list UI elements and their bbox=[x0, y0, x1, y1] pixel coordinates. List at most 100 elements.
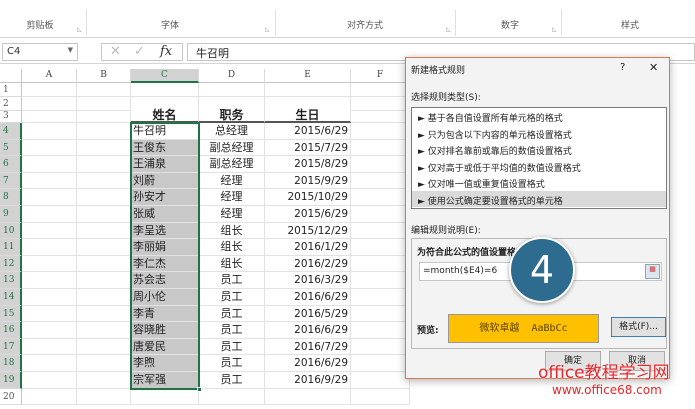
cell[interactable] bbox=[22, 83, 77, 97]
cell-name[interactable]: 李丽娟 bbox=[131, 239, 199, 256]
rule-type-item[interactable]: ► 仅对高于或低于平均值的数值设置格式 bbox=[412, 158, 666, 175]
cell-name[interactable]: 周小伦 bbox=[131, 289, 199, 306]
cell[interactable] bbox=[22, 305, 77, 323]
row-header-20[interactable]: 20 bbox=[0, 388, 22, 406]
cell[interactable] bbox=[22, 206, 77, 223]
cell[interactable] bbox=[351, 305, 410, 323]
cell[interactable] bbox=[22, 388, 77, 406]
cell[interactable] bbox=[22, 272, 77, 289]
cell-name[interactable]: 孙安才 bbox=[131, 189, 199, 206]
cell[interactable] bbox=[351, 139, 410, 157]
cell-birthday[interactable]: 2015/7/29 bbox=[265, 139, 351, 157]
cell-name[interactable]: 王浦泉 bbox=[131, 156, 199, 173]
cell-name[interactable]: 王俊东 bbox=[131, 139, 199, 157]
select-all-corner[interactable] bbox=[0, 69, 22, 83]
rule-type-item[interactable]: ► 仅对排名靠前或靠后的数值设置格式 bbox=[412, 141, 666, 158]
row-header-2[interactable]: 2 bbox=[0, 97, 22, 111]
cell-birthday[interactable]: 2016/6/29 bbox=[265, 289, 351, 306]
cell[interactable] bbox=[265, 83, 351, 97]
cell-name[interactable]: 唐爱民 bbox=[131, 338, 199, 356]
cell[interactable] bbox=[22, 156, 77, 173]
cell-title[interactable]: 员工 bbox=[199, 355, 265, 372]
check-icon[interactable]: ✓ bbox=[134, 44, 145, 59]
cell[interactable] bbox=[22, 222, 77, 240]
cell[interactable] bbox=[77, 338, 131, 356]
dialog-launcher-icon[interactable]: ◺ bbox=[552, 26, 557, 33]
cell-name[interactable]: 宗军强 bbox=[131, 372, 199, 389]
cell[interactable] bbox=[351, 322, 410, 339]
help-button[interactable]: ? bbox=[620, 62, 625, 73]
cell[interactable] bbox=[22, 255, 77, 273]
row-header-7[interactable]: 7 bbox=[0, 172, 22, 190]
row-header-11[interactable]: 11 bbox=[0, 239, 22, 256]
row-header-3[interactable]: 3 bbox=[0, 110, 22, 123]
cell-name[interactable]: 牛召明 bbox=[131, 123, 199, 140]
rule-type-item[interactable]: ► 只为包含以下内容的单元格设置格式 bbox=[412, 125, 666, 142]
cell[interactable] bbox=[77, 156, 131, 173]
cell[interactable] bbox=[77, 172, 131, 190]
cell[interactable] bbox=[351, 206, 410, 223]
cell[interactable] bbox=[22, 172, 77, 190]
fill-handle[interactable] bbox=[197, 387, 202, 392]
cell[interactable] bbox=[77, 110, 131, 123]
format-button[interactable]: 格式(F)... bbox=[611, 317, 666, 337]
cell[interactable] bbox=[22, 372, 77, 389]
column-header-A[interactable]: A bbox=[22, 69, 77, 83]
ribbon-group-styles[interactable]: 样式 bbox=[600, 18, 660, 31]
cell[interactable] bbox=[77, 305, 131, 323]
row-header-15[interactable]: 15 bbox=[0, 305, 22, 323]
cell[interactable] bbox=[22, 123, 77, 140]
name-box[interactable]: C4 ▼ bbox=[2, 43, 78, 61]
cell-title[interactable]: 员工 bbox=[199, 289, 265, 306]
cell[interactable] bbox=[77, 272, 131, 289]
dialog-launcher-icon[interactable]: ◺ bbox=[77, 26, 82, 33]
cell[interactable] bbox=[77, 322, 131, 339]
chevron-down-icon[interactable]: ▼ bbox=[68, 46, 73, 54]
cell[interactable] bbox=[22, 239, 77, 256]
cell[interactable] bbox=[22, 97, 77, 111]
rule-type-item[interactable]: ► 使用公式确定要设置格式的单元格 bbox=[412, 190, 666, 207]
cell-title[interactable]: 经理 bbox=[199, 172, 265, 190]
cell-name[interactable]: 李青 bbox=[131, 305, 199, 323]
cell-birthday[interactable]: 2016/6/29 bbox=[265, 322, 351, 339]
cell[interactable] bbox=[351, 239, 410, 256]
cell-name[interactable]: 容晓胜 bbox=[131, 322, 199, 339]
row-header-16[interactable]: 16 bbox=[0, 322, 22, 339]
row-header-19[interactable]: 19 bbox=[0, 372, 22, 389]
cell[interactable] bbox=[351, 97, 410, 111]
row-header-13[interactable]: 13 bbox=[0, 272, 22, 289]
cell-title[interactable]: 副总经理 bbox=[199, 156, 265, 173]
cell-birthday[interactable]: 2016/9/29 bbox=[265, 372, 351, 389]
cell[interactable] bbox=[77, 123, 131, 140]
cell-title[interactable]: 员工 bbox=[199, 338, 265, 356]
row-header-5[interactable]: 5 bbox=[0, 139, 22, 157]
cell-birthday[interactable]: 2015/6/29 bbox=[265, 123, 351, 140]
cell-name[interactable]: 张威 bbox=[131, 206, 199, 223]
cell[interactable] bbox=[351, 272, 410, 289]
cell-birthday[interactable]: 2016/3/29 bbox=[265, 272, 351, 289]
cell[interactable] bbox=[77, 222, 131, 240]
cell-title[interactable]: 员工 bbox=[199, 322, 265, 339]
cell[interactable] bbox=[77, 355, 131, 372]
cell-title[interactable]: 总经理 bbox=[199, 123, 265, 140]
cell[interactable] bbox=[131, 388, 199, 406]
cell-title[interactable]: 员工 bbox=[199, 305, 265, 323]
insert-function-icon[interactable]: fx bbox=[160, 44, 172, 59]
ribbon-group-clipboard[interactable]: 剪贴板 bbox=[10, 18, 70, 31]
cell[interactable] bbox=[351, 255, 410, 273]
cell-birthday[interactable]: 2016/7/29 bbox=[265, 338, 351, 356]
cell[interactable] bbox=[199, 83, 265, 97]
cell-title[interactable]: 经理 bbox=[199, 189, 265, 206]
table-header[interactable]: 职务 bbox=[199, 108, 265, 123]
cell[interactable] bbox=[77, 206, 131, 223]
cell[interactable] bbox=[351, 172, 410, 190]
cell-title[interactable]: 组长 bbox=[199, 222, 265, 240]
cell-title[interactable]: 员工 bbox=[199, 372, 265, 389]
cell-name[interactable]: 李煦 bbox=[131, 355, 199, 372]
column-header-C[interactable]: C bbox=[131, 69, 199, 83]
range-select-icon[interactable]: ▦ bbox=[645, 264, 660, 279]
cell[interactable] bbox=[351, 110, 410, 123]
cell[interactable] bbox=[265, 388, 351, 406]
cell[interactable] bbox=[77, 239, 131, 256]
ribbon-group-font[interactable]: 字体 bbox=[140, 18, 200, 31]
